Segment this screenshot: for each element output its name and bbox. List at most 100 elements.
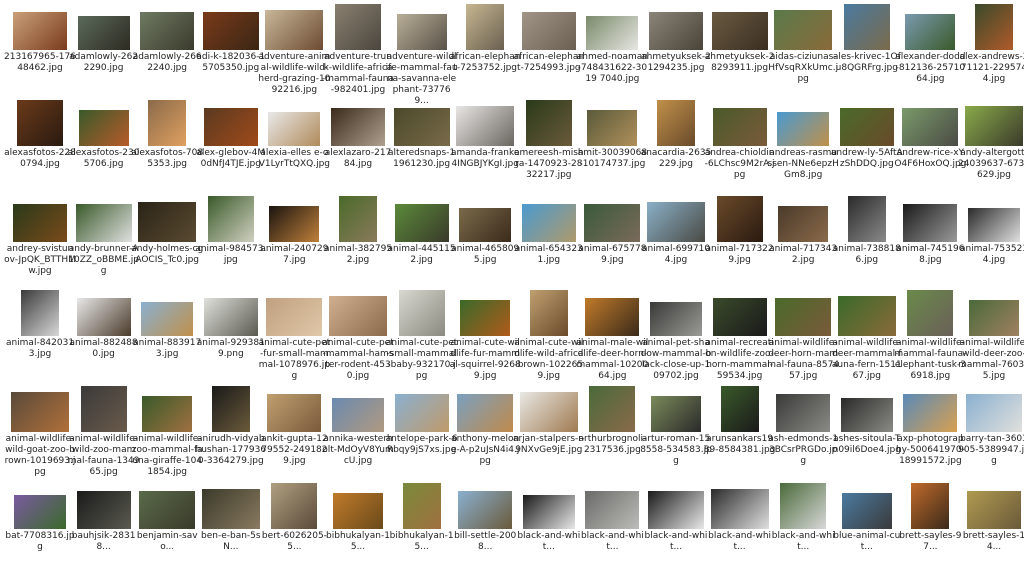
file-thumbnail[interactable] bbox=[72, 196, 136, 242]
file-item[interactable]: animal-9293819.png bbox=[197, 290, 265, 390]
file-thumbnail[interactable] bbox=[135, 196, 199, 242]
file-item[interactable]: amereesh-mishra-1470923-2832217.jpg bbox=[514, 100, 584, 200]
file-thumbnail[interactable] bbox=[644, 386, 708, 432]
file-item[interactable]: animal-4658095.jpg bbox=[451, 196, 519, 296]
file-thumbnail[interactable] bbox=[199, 196, 263, 242]
file-item[interactable]: animal-7388186.jpg bbox=[833, 196, 901, 296]
file-item[interactable]: alteredsnaps-11961230.jpg bbox=[388, 100, 455, 200]
file-item[interactable]: adventure-wildlife-mammal-fauna-savanna-… bbox=[386, 4, 458, 106]
file-thumbnail[interactable] bbox=[835, 196, 899, 242]
file-thumbnail[interactable] bbox=[262, 483, 326, 529]
file-thumbnail[interactable] bbox=[835, 483, 899, 529]
file-item[interactable]: brett-sayles-14... bbox=[962, 483, 1024, 583]
file-item[interactable]: alex-glebov-4M0dNfJ4TJE.jpg bbox=[196, 100, 265, 200]
file-item[interactable]: animal-cute-pet-small-mammal-baby-932170… bbox=[386, 290, 457, 390]
file-thumbnail[interactable] bbox=[199, 100, 263, 146]
file-thumbnail[interactable] bbox=[326, 196, 390, 242]
file-thumbnail[interactable] bbox=[135, 290, 199, 336]
file-item[interactable]: ahmetyuksek-21294235.jpg bbox=[641, 4, 711, 104]
file-thumbnail[interactable] bbox=[962, 4, 1024, 50]
file-thumbnail[interactable] bbox=[517, 100, 581, 146]
file-item[interactable]: bert-6026205-5... bbox=[262, 483, 327, 583]
file-item[interactable]: african-elephant-7253752.jpg bbox=[450, 4, 520, 104]
file-thumbnail[interactable] bbox=[453, 483, 517, 529]
file-item[interactable]: adventure-trunk-wildlife-africa-mammal-f… bbox=[322, 4, 394, 104]
file-thumbnail[interactable] bbox=[199, 4, 263, 50]
file-item[interactable]: alexander-dodd-812136-2571064.jpg bbox=[895, 4, 966, 104]
file-thumbnail[interactable] bbox=[326, 4, 390, 50]
file-item[interactable]: animal-recreation-wildlife-zoo-horn-mamm… bbox=[705, 290, 774, 390]
file-thumbnail[interactable] bbox=[835, 100, 899, 146]
file-item[interactable]: black-and-whit... bbox=[708, 483, 772, 583]
file-thumbnail[interactable] bbox=[72, 386, 136, 432]
file-thumbnail[interactable] bbox=[326, 100, 390, 146]
file-item[interactable]: animal-984573.jpg bbox=[195, 196, 266, 296]
file-thumbnail[interactable] bbox=[135, 4, 199, 50]
file-thumbnail[interactable] bbox=[390, 386, 454, 432]
file-item[interactable]: animal-pet-shadow-mammal-black-close-up-… bbox=[641, 290, 711, 390]
file-thumbnail[interactable] bbox=[771, 386, 835, 432]
file-thumbnail[interactable] bbox=[771, 100, 835, 146]
file-item[interactable]: black-and-whit... bbox=[517, 483, 581, 583]
file-item[interactable]: black-and-whit... bbox=[771, 483, 835, 583]
file-item[interactable]: animal-7451968.jpg bbox=[896, 196, 964, 296]
file-thumbnail[interactable] bbox=[580, 483, 644, 529]
file-item[interactable]: 213167965-17648462.jpg bbox=[4, 4, 76, 104]
file-item[interactable]: african-elephant-7254993.jpg bbox=[514, 4, 584, 104]
file-item[interactable]: ankit-gupta-1279552-2491829.jpg bbox=[261, 386, 328, 486]
file-thumbnail[interactable] bbox=[517, 483, 581, 529]
file-item[interactable]: alexlazaro-21784.jpg bbox=[325, 100, 391, 200]
file-thumbnail[interactable] bbox=[962, 196, 1024, 242]
file-item[interactable]: adamlowly-2622290.jpg bbox=[69, 4, 138, 104]
file-thumbnail[interactable] bbox=[708, 100, 772, 146]
file-item[interactable]: antelope-park-6Rbqy9jS7xs.jpg bbox=[386, 386, 458, 486]
file-thumbnail[interactable] bbox=[453, 290, 517, 336]
file-thumbnail[interactable] bbox=[517, 4, 581, 50]
file-thumbnail[interactable] bbox=[898, 100, 962, 146]
file-thumbnail[interactable] bbox=[262, 386, 326, 432]
file-thumbnail[interactable] bbox=[708, 290, 772, 336]
file-thumbnail[interactable] bbox=[390, 483, 454, 529]
file-item[interactable]: animal-wildlife-mammal-fauna-elephant-tu… bbox=[894, 290, 966, 390]
file-item[interactable]: alexasfotos-2280794.jpg bbox=[4, 100, 76, 200]
file-thumbnail[interactable] bbox=[517, 196, 581, 242]
file-item[interactable]: animal-4451152.jpg bbox=[388, 196, 456, 296]
file-thumbnail[interactable] bbox=[8, 483, 72, 529]
file-item[interactable]: amanda-franke4INGBJYKgI.jpg bbox=[451, 100, 519, 200]
file-thumbnail[interactable] bbox=[962, 386, 1024, 432]
file-item[interactable]: animal-2407297.jpg bbox=[260, 196, 328, 296]
file-thumbnail[interactable] bbox=[135, 386, 199, 432]
file-item[interactable]: animal-wildlife-deer-mammal-fauna-fern-1… bbox=[832, 290, 902, 390]
file-thumbnail[interactable] bbox=[771, 196, 835, 242]
file-item[interactable]: anthony-melone-A-p2uJsN4i4.jpg bbox=[451, 386, 519, 486]
file-thumbnail[interactable] bbox=[390, 196, 454, 242]
file-item[interactable]: animal-cute-pet-fur-small-mammal-1078976… bbox=[259, 290, 330, 390]
file-item[interactable]: ales-krivec-1Ofu8QGRFrg.jpg bbox=[833, 4, 901, 104]
file-item[interactable]: bill-settle-2008... bbox=[453, 483, 517, 583]
file-thumbnail[interactable] bbox=[8, 4, 72, 50]
file-item[interactable]: ahmed-noaman-748431622-3019 7040.jpg bbox=[577, 4, 648, 104]
file-item[interactable]: black-and-whit... bbox=[580, 483, 644, 583]
file-thumbnail[interactable] bbox=[580, 4, 644, 50]
file-item[interactable]: animal-6997104.jpg bbox=[642, 196, 710, 296]
file-thumbnail[interactable] bbox=[898, 4, 962, 50]
file-item[interactable]: animal-7173432.jpg bbox=[769, 196, 837, 296]
file-thumbnail[interactable] bbox=[962, 483, 1024, 529]
file-item[interactable]: adamlowly-2662240.jpg bbox=[133, 4, 202, 104]
file-thumbnail[interactable] bbox=[199, 483, 263, 529]
file-item[interactable]: andrew-ly-5AftAzShDDQ.jpg bbox=[831, 100, 903, 200]
file-item[interactable]: adventure-animal-wildlife-wild-herd-graz… bbox=[258, 4, 330, 104]
file-item[interactable]: barry-tan-3603905-5389947.jpg bbox=[958, 386, 1024, 486]
file-item[interactable]: animal-8839173.jpg bbox=[133, 290, 201, 390]
file-item[interactable]: anacardia-2635229.jpg bbox=[641, 100, 711, 200]
file-item[interactable]: black-and-whit... bbox=[644, 483, 708, 583]
file-item[interactable]: animal-cute-wildlife-fur-mammal-squirrel… bbox=[450, 290, 521, 390]
file-thumbnail[interactable] bbox=[962, 100, 1024, 146]
file-thumbnail[interactable] bbox=[72, 290, 136, 336]
file-item[interactable]: alex-andrews-271121-2295744.jpg bbox=[960, 4, 1024, 104]
file-thumbnail[interactable] bbox=[72, 4, 136, 50]
file-item[interactable]: bat-7708316.jpg bbox=[5, 483, 75, 583]
file-item[interactable]: ahmetyuksek-28293911.jpg bbox=[705, 4, 774, 104]
file-item[interactable]: bibhukalyan-15... bbox=[390, 483, 454, 583]
file-thumbnail[interactable] bbox=[326, 483, 390, 529]
